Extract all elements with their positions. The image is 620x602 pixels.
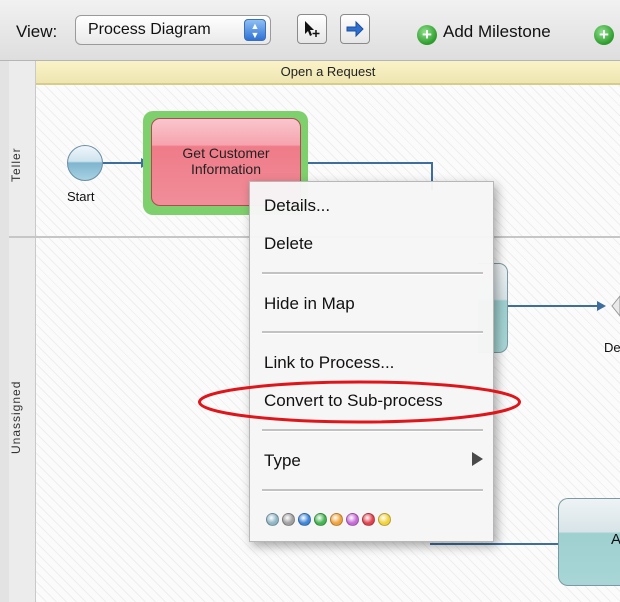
color-swatch[interactable] [362,513,375,526]
menu-item-hide-in-map[interactable]: Hide in Map [264,294,355,314]
connect-tool-button[interactable] [340,14,370,44]
color-swatch[interactable] [282,513,295,526]
task-br-label: A [611,531,620,548]
context-menu: Details... Delete Hide in Map Link to Pr… [249,181,494,542]
add-button-2[interactable]: + [594,22,620,45]
milestone-bar[interactable]: Open a Request [36,61,620,85]
task-partial-bottom-right[interactable]: A [558,498,620,586]
menu-item-details[interactable]: Details... [264,196,330,216]
toolbar: View: Process Diagram ▲ ▼ + Add Milestone … [0,0,620,61]
menu-item-type[interactable]: Type [264,451,301,471]
up-down-stepper-icon[interactable]: ▲ ▼ [244,19,266,41]
view-select[interactable]: Process Diagram ▲ ▼ [75,15,271,45]
color-swatch[interactable] [330,513,343,526]
lane-label-unassigned: Unassigned [9,380,23,455]
color-swatch[interactable] [346,513,359,526]
pointer-select-icon [305,21,320,37]
color-swatch[interactable] [298,513,311,526]
submenu-arrow-icon [472,452,483,466]
lane-label-teller: Teller [9,147,23,183]
menu-separator [262,272,483,275]
arrow-connect-icon [346,20,364,38]
menu-separator [262,489,483,492]
menu-separator [262,331,483,334]
color-swatch[interactable] [314,513,327,526]
green-plus-icon: + [417,25,437,45]
color-swatch[interactable] [378,513,391,526]
color-swatches [266,513,394,529]
select-tool-button[interactable] [297,14,327,44]
menu-item-convert-to-sub-process[interactable]: Convert to Sub-process [264,391,443,411]
green-plus-icon: + [594,25,614,45]
left-strip [0,61,9,602]
gateway-label: De [604,340,620,355]
view-select-value: Process Diagram [88,21,211,38]
add-milestone-label: Add Milestone [443,22,551,41]
start-event[interactable] [67,145,103,181]
menu-item-link-to-process[interactable]: Link to Process... [264,353,394,373]
menu-item-delete[interactable]: Delete [264,234,313,254]
view-label: View: [16,22,58,41]
color-swatch[interactable] [266,513,279,526]
menu-separator [262,429,483,432]
start-label: Start [67,189,95,204]
add-milestone-button[interactable]: + Add Milestone [417,22,551,45]
